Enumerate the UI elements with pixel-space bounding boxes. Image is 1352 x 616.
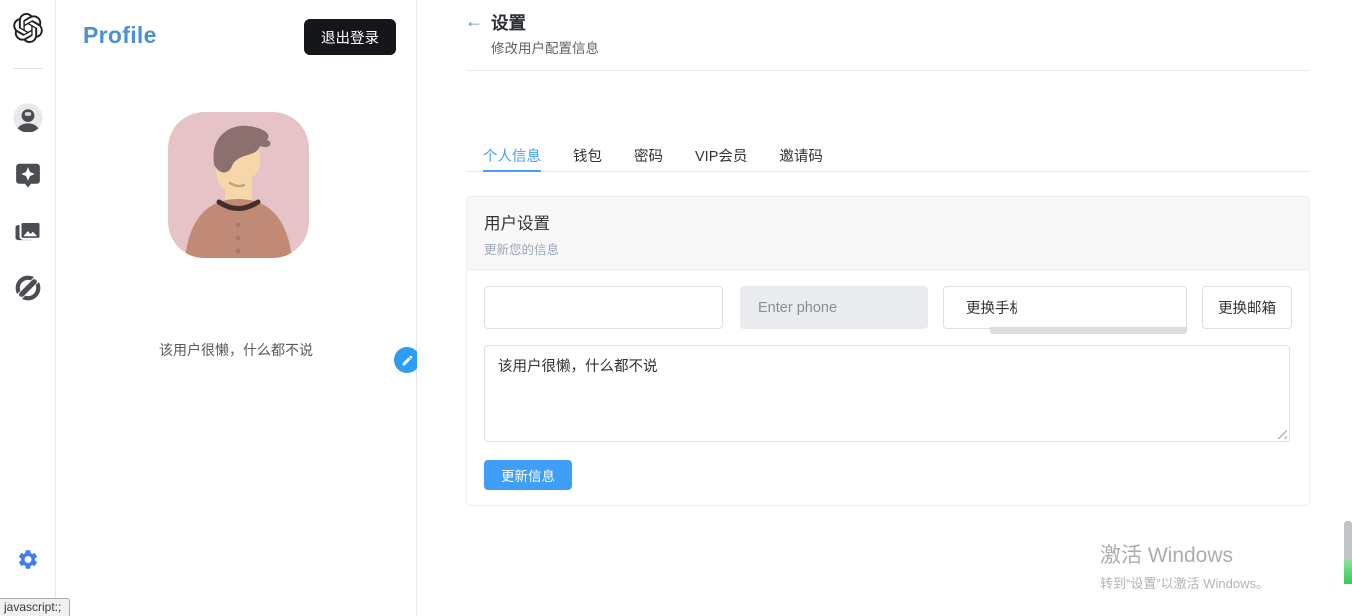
sparkle-badge-icon[interactable]	[13, 160, 43, 195]
tab-vip[interactable]: VIP会员	[695, 144, 747, 171]
settings-tabs: 个人信息 钱包 密码 VIP会员 邀请码	[466, 144, 1310, 172]
sidebar-divider	[13, 68, 43, 69]
change-phone-button[interactable]: 更换手机	[943, 286, 1188, 334]
page-title: 设置	[491, 13, 526, 33]
openai-logo[interactable]	[12, 13, 43, 48]
tab-wallet[interactable]: 钱包	[573, 144, 602, 171]
profile-panel: Profile 退出登录 该用户很懒，什么都不说	[56, 0, 420, 616]
status-bar-link-tooltip: javascript:;	[0, 598, 71, 616]
tab-personal-info[interactable]: 个人信息	[483, 144, 541, 172]
icon-sidebar	[0, 0, 56, 616]
user-settings-card: 用户设置 更新您的信息 更换手机 更换邮箱 该用户很懒，什么都不说 更新信息	[466, 196, 1310, 506]
profile-title: Profile	[83, 22, 157, 48]
card-subtitle: 更新您的信息	[484, 243, 560, 257]
scrollbar-green-thumb	[1344, 559, 1352, 584]
scrollbar-track	[1344, 521, 1352, 559]
scrollbar-indicator[interactable]	[1344, 521, 1352, 584]
user-bio-caption: 该用户很懒，什么都不说	[159, 342, 313, 358]
header-divider	[466, 70, 1310, 71]
bio-textarea-wrap: 该用户很懒，什么都不说	[484, 345, 1290, 442]
user-avatar-icon[interactable]	[12, 102, 44, 139]
card-header: 用户设置 更新您的信息	[467, 197, 1309, 270]
settings-main: ← 设置 修改用户配置信息 个人信息 钱包 密码 VIP会员 邀请码 用户设置 …	[417, 0, 1352, 616]
back-arrow-icon[interactable]: ←	[465, 10, 483, 32]
change-email-button[interactable]: 更换邮箱	[1202, 286, 1292, 329]
user-avatar-image[interactable]	[168, 112, 420, 373]
update-info-button[interactable]: 更新信息	[484, 460, 572, 490]
change-phone-label: 更换手机	[966, 301, 1018, 317]
bio-textarea[interactable]: 该用户很懒，什么都不说	[484, 345, 1290, 442]
page-subtitle: 修改用户配置信息	[491, 41, 599, 56]
logout-button[interactable]: 退出登录	[304, 19, 396, 55]
form-row: 更换手机 更换邮箱	[484, 286, 1292, 334]
phone-input[interactable]	[740, 286, 929, 329]
tab-password[interactable]: 密码	[634, 144, 663, 171]
settings-gear-icon[interactable]	[16, 548, 39, 576]
slash-circle-icon[interactable]	[13, 273, 43, 308]
card-title: 用户设置	[484, 215, 550, 233]
gallery-icon[interactable]	[13, 217, 43, 252]
card-body: 更换手机 更换邮箱 该用户很懒，什么都不说 更新信息	[467, 270, 1309, 505]
tab-invite-code[interactable]: 邀请码	[779, 144, 823, 171]
nickname-input[interactable]	[484, 286, 724, 329]
